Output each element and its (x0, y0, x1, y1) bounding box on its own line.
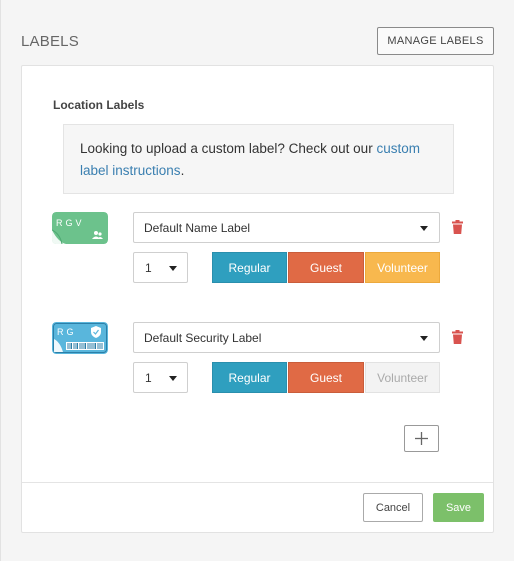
info-suffix: . (180, 163, 185, 178)
footer-divider (22, 482, 493, 483)
select-value: Default Security Label (144, 330, 262, 345)
label-template-select[interactable]: Default Security Label (133, 322, 440, 353)
chevron-down-icon (420, 226, 428, 231)
manage-labels-button[interactable]: MANAGE LABELS (377, 27, 494, 55)
section-title: Location Labels (53, 98, 145, 112)
name-label-icon: RGV (52, 212, 108, 244)
quantity-select[interactable]: 1 (133, 252, 188, 283)
quantity-value: 1 (145, 260, 152, 275)
chevron-down-icon (420, 336, 428, 341)
trash-icon[interactable] (452, 330, 463, 344)
chevron-down-icon (169, 266, 177, 271)
cancel-button[interactable]: Cancel (363, 493, 423, 522)
left-divider (0, 0, 1, 561)
info-box: Looking to upload a custom label? Check … (63, 124, 454, 194)
chevron-down-icon (169, 376, 177, 381)
save-button[interactable]: Save (433, 493, 484, 522)
security-label-icon-text: RG (57, 327, 77, 337)
labels-card: Location Labels Looking to upload a cust… (21, 65, 494, 533)
trash-icon[interactable] (452, 220, 463, 234)
add-label-button[interactable] (404, 425, 439, 452)
volunteer-toggle[interactable]: Volunteer (365, 252, 440, 283)
plus-icon (415, 432, 428, 445)
regular-toggle[interactable]: Regular (212, 362, 287, 393)
guest-toggle[interactable]: Guest (288, 252, 364, 283)
guest-toggle[interactable]: Guest (288, 362, 364, 393)
label-template-select[interactable]: Default Name Label (133, 212, 440, 243)
name-label-icon-text: RGV (56, 218, 85, 228)
security-label-icon: RG (52, 322, 108, 354)
regular-toggle[interactable]: Regular (212, 252, 287, 283)
volunteer-toggle[interactable]: Volunteer (365, 362, 440, 393)
info-text: Looking to upload a custom label? Check … (80, 141, 377, 156)
quantity-select[interactable]: 1 (133, 362, 188, 393)
page-title: LABELS (21, 33, 79, 50)
select-value: Default Name Label (144, 220, 251, 235)
quantity-value: 1 (145, 370, 152, 385)
